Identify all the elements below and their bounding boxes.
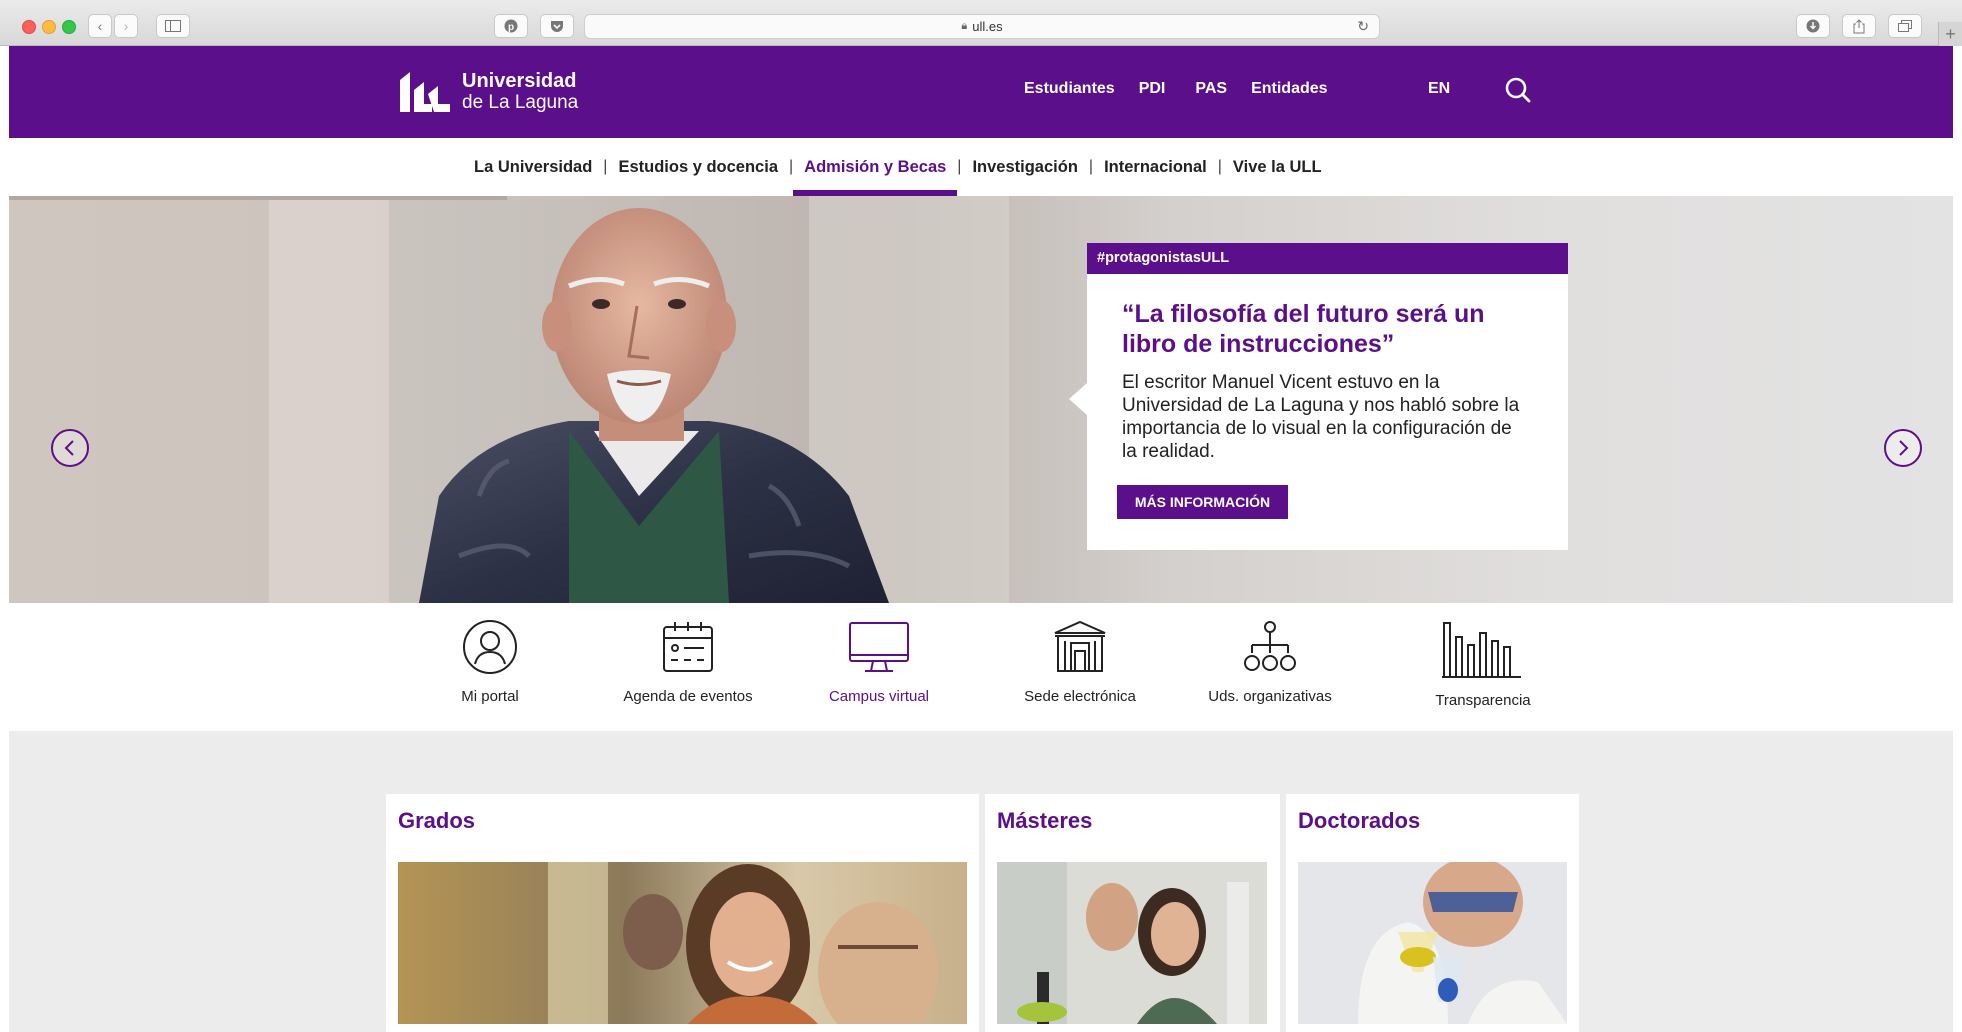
- browser-toolbar: ‹ › p 🔒︎ ull.es ↻ +: [0, 0, 1962, 46]
- hero-description: El escritor Manuel Vicent estuvo en la U…: [1122, 372, 1520, 462]
- hero-photo: [9, 196, 1009, 603]
- audience-nav: Estudiantes PDI PAS Entidades: [1024, 80, 1352, 98]
- plus-icon: +: [1945, 23, 1956, 44]
- card-title: Másteres: [997, 808, 1093, 833]
- quicklink-campus-virtual[interactable]: Campus virtual: [784, 619, 974, 705]
- hero-slider: #protagonistasULL “La filosofía del futu…: [9, 196, 1953, 603]
- pinterest-icon: p: [504, 19, 518, 33]
- logo-wordmark: Universidad de La Laguna: [462, 70, 578, 114]
- quicklink-label: Sede electrónica: [1024, 688, 1136, 705]
- nav-internacional[interactable]: Internacional: [1093, 138, 1218, 196]
- nav-vive-la-ull[interactable]: Vive la ULL: [1222, 138, 1333, 196]
- quicklink-agenda[interactable]: Agenda de eventos: [593, 619, 783, 705]
- chemist-photo: [1298, 862, 1567, 1024]
- nav-la-universidad[interactable]: La Universidad: [463, 138, 603, 196]
- quicklink-label: Campus virtual: [828, 688, 930, 705]
- back-button[interactable]: ‹: [88, 14, 112, 38]
- main-navigation: La Universidad | Estudios y docencia | A…: [9, 138, 1953, 196]
- nav-pdi[interactable]: PDI: [1139, 80, 1166, 98]
- nav-estudios-docencia[interactable]: Estudios y docencia: [607, 138, 789, 196]
- nav-investigacion[interactable]: Investigación: [961, 138, 1088, 196]
- svg-text:p: p: [508, 22, 514, 33]
- tabs-overview-button[interactable]: [1888, 14, 1922, 38]
- calendar-icon: [663, 622, 713, 672]
- card-title: Doctorados: [1298, 808, 1421, 833]
- students-photo: [398, 862, 967, 1024]
- monitor-icon: [849, 622, 909, 672]
- share-button[interactable]: [1842, 14, 1876, 38]
- forward-button[interactable]: ›: [114, 14, 138, 38]
- hero-hashtag[interactable]: #protagonistasULL: [1087, 243, 1568, 274]
- search-icon[interactable]: [1504, 76, 1532, 104]
- downloads-button[interactable]: [1796, 14, 1830, 38]
- pocket-button[interactable]: [540, 14, 574, 38]
- language-switch[interactable]: EN: [1428, 80, 1450, 98]
- quicklink-sede-electronica[interactable]: Sede electrónica: [985, 619, 1175, 705]
- card-masteres[interactable]: Másteres: [985, 794, 1280, 1032]
- quick-links-bar: Mi portal Agenda de eventos Campus virtu…: [9, 603, 1953, 731]
- zoom-window-button[interactable]: [62, 20, 76, 34]
- chevron-left-icon: ‹: [97, 18, 103, 34]
- quicklink-transparencia[interactable]: Transparencia: [1388, 619, 1578, 709]
- reload-icon[interactable]: ↻: [1357, 18, 1369, 35]
- more-info-button[interactable]: MÁS INFORMACIÓN: [1117, 485, 1288, 519]
- quicklink-label: Agenda de eventos: [623, 688, 753, 705]
- nav-admision-becas[interactable]: Admisión y Becas: [793, 138, 958, 196]
- share-icon: [1853, 18, 1865, 33]
- university-logo[interactable]: Universidad de La Laguna: [398, 70, 578, 114]
- new-tab-button[interactable]: +: [1938, 22, 1962, 46]
- pocket-icon: [551, 20, 563, 32]
- slider-prev-button[interactable]: [51, 429, 89, 467]
- quicklink-label: Uds. organizativas: [1208, 688, 1332, 705]
- card-grados[interactable]: Grados: [386, 794, 979, 1032]
- card-image-grados: [398, 862, 967, 1024]
- card-title: Grados: [398, 808, 476, 833]
- logo-line1: Universidad: [462, 70, 577, 92]
- chevron-right-icon: ›: [123, 18, 129, 34]
- logo-line2: de La Laguna: [462, 92, 579, 113]
- site-header: Universidad de La Laguna Estudiantes PDI…: [9, 46, 1953, 138]
- chevron-left-icon: [64, 440, 74, 456]
- ull-logo-mark: [400, 72, 450, 112]
- nav-entidades[interactable]: Entidades: [1251, 80, 1327, 98]
- card-image-masteres: [997, 862, 1267, 1024]
- user-portal-icon: [463, 620, 517, 674]
- chevron-right-icon: [1899, 440, 1909, 456]
- card-image-doctorados: [1298, 862, 1567, 1024]
- hero-title: “La filosofía del futuro será un libro d…: [1122, 300, 1485, 358]
- pinterest-button[interactable]: p: [494, 14, 528, 38]
- sidebar-button[interactable]: [156, 14, 190, 38]
- download-icon: [1806, 19, 1820, 33]
- lab-students-photo: [997, 862, 1267, 1024]
- tabs-icon: [1898, 20, 1912, 32]
- address-text: ull.es: [972, 19, 1003, 34]
- nav-pas[interactable]: PAS: [1195, 80, 1227, 98]
- nav-estudiantes[interactable]: Estudiantes: [1024, 80, 1115, 98]
- slider-next-button[interactable]: [1884, 429, 1922, 467]
- quicklink-uds-organizativas[interactable]: Uds. organizativas: [1175, 619, 1365, 705]
- minimize-window-button[interactable]: [42, 20, 56, 34]
- website-viewport: Universidad de La Laguna Estudiantes PDI…: [9, 46, 1953, 1032]
- address-bar[interactable]: 🔒︎ ull.es ↻: [584, 14, 1380, 39]
- building-icon: [1054, 620, 1106, 672]
- lock-icon: 🔒︎: [961, 20, 968, 32]
- close-window-button[interactable]: [22, 20, 36, 34]
- bar-chart-icon: [1442, 622, 1521, 678]
- slider-progress: [9, 196, 507, 200]
- quicklink-mi-portal[interactable]: Mi portal: [395, 619, 585, 705]
- card-doctorados[interactable]: Doctorados: [1286, 794, 1579, 1032]
- sidebar-icon: [165, 20, 181, 32]
- quicklink-label: Mi portal: [461, 688, 519, 705]
- hero-caption-card: #protagonistasULL “La filosofía del futu…: [1069, 243, 1568, 550]
- org-chart-icon: [1244, 621, 1296, 671]
- quicklink-label: Transparencia: [1435, 692, 1531, 709]
